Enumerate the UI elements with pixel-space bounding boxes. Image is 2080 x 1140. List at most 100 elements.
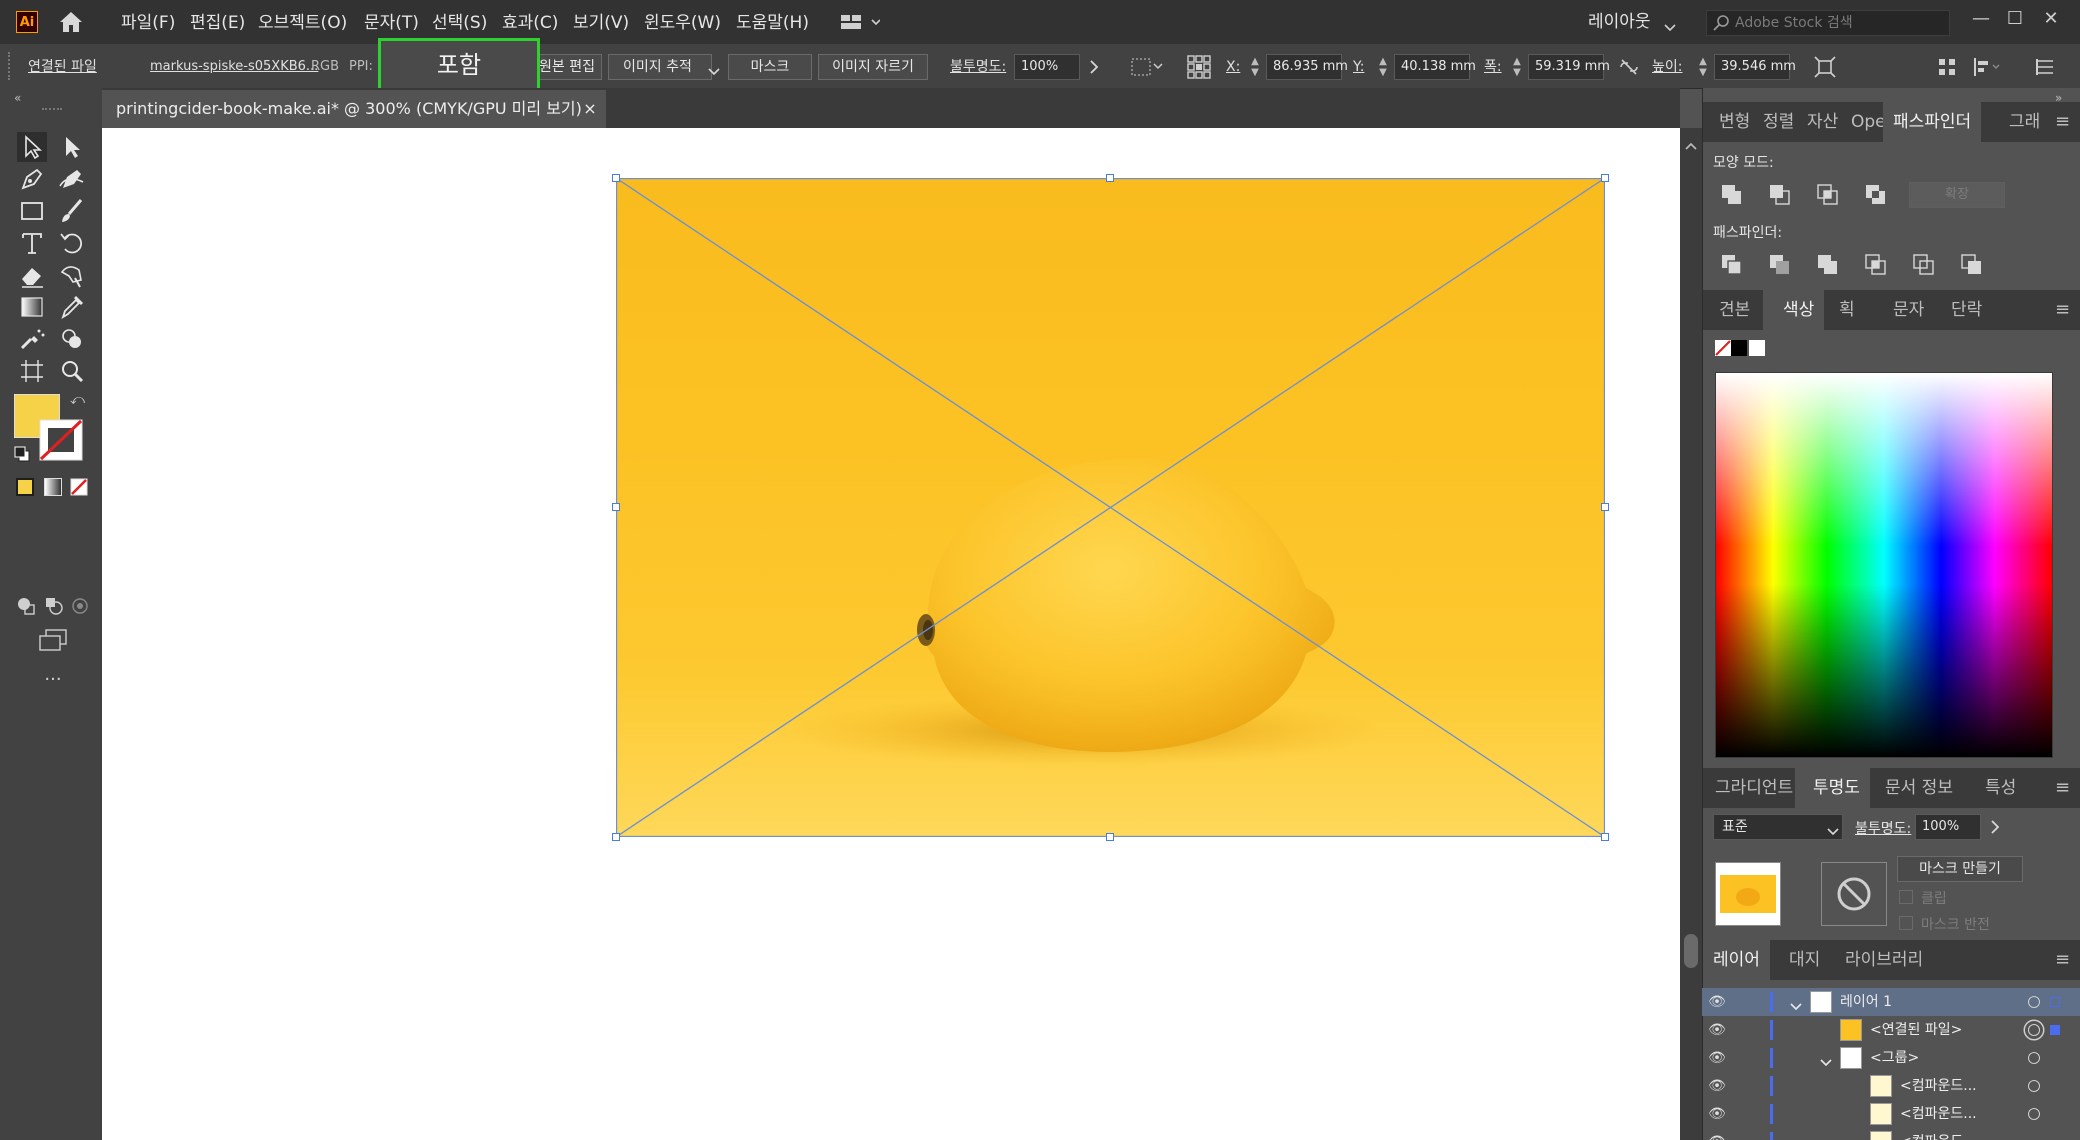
- file-name-link[interactable]: markus-spiske-s05XKB6...: [150, 44, 318, 88]
- arrange-documents-icon[interactable]: [840, 12, 881, 32]
- stroke-none-swatch[interactable]: [38, 418, 84, 462]
- embed-button[interactable]: 포함: [378, 38, 540, 92]
- direct-selection-tool-icon[interactable]: [57, 132, 87, 162]
- panel-menu-icon[interactable]: [2034, 56, 2056, 78]
- mask-button[interactable]: 마스크: [728, 54, 812, 80]
- tab-align[interactable]: 정렬: [1763, 102, 1794, 142]
- close-window-button[interactable]: ✕: [2036, 4, 2066, 34]
- layer-row[interactable]: 👁 <연결된 파일>: [1702, 1016, 2080, 1044]
- menu-view[interactable]: 보기(V): [573, 0, 629, 44]
- minus-back-icon[interactable]: [1961, 254, 1983, 276]
- panel-menu-icon[interactable]: ≡: [2055, 768, 2070, 808]
- color-mode-button[interactable]: [16, 478, 34, 496]
- layer-name[interactable]: <컴파운드...: [1900, 1100, 1977, 1128]
- none-swatch[interactable]: [1715, 340, 1731, 356]
- eye-icon[interactable]: 👁: [1706, 1044, 1728, 1072]
- y-field[interactable]: 40.138 mm: [1394, 54, 1476, 80]
- panel-menu-icon[interactable]: ≡: [2055, 940, 2070, 980]
- target-icon[interactable]: [2028, 1052, 2040, 1064]
- document-tab[interactable]: printingcider-book-make.ai* @ 300% (CMYK…: [102, 90, 606, 128]
- expand-button[interactable]: 확장: [1909, 182, 2005, 208]
- more-tools-icon[interactable]: ...: [36, 666, 70, 686]
- crop-image-button[interactable]: 이미지 자르기: [818, 54, 928, 80]
- draw-normal-icon[interactable]: [16, 596, 36, 616]
- layer-name[interactable]: <컴파운드...: [1900, 1128, 1977, 1140]
- target-icon[interactable]: [2028, 996, 2040, 1008]
- grip-handle[interactable]: [8, 52, 13, 80]
- width-field[interactable]: 59.319 mm: [1528, 54, 1610, 80]
- tab-color[interactable]: 색상: [1763, 290, 1825, 330]
- eraser-tool-icon[interactable]: [17, 260, 47, 290]
- workspace-switcher[interactable]: 레이아웃: [1588, 0, 1651, 44]
- layer-name[interactable]: <연결된 파일>: [1870, 1016, 1962, 1044]
- tab-artboards[interactable]: 대지: [1789, 940, 1820, 980]
- selection-handle[interactable]: [1106, 174, 1114, 182]
- tab-gradient[interactable]: 그라디언트: [1715, 768, 1793, 808]
- chevron-right-icon[interactable]: [1086, 58, 1102, 76]
- chevron-right-icon[interactable]: [1987, 818, 2003, 836]
- eye-icon[interactable]: 👁: [1706, 988, 1728, 1016]
- menu-help[interactable]: 도움말(H): [736, 0, 809, 44]
- zoom-tool-icon[interactable]: [57, 356, 87, 386]
- eye-icon[interactable]: 👁: [1706, 1100, 1728, 1128]
- tab-document-info[interactable]: 문서 정보: [1885, 768, 1953, 808]
- swap-fill-stroke-icon[interactable]: ⤺: [70, 392, 86, 408]
- chevron-down-icon[interactable]: [1827, 822, 1839, 836]
- divide-icon[interactable]: [1721, 254, 1743, 276]
- eye-icon[interactable]: 👁: [1706, 1128, 1728, 1140]
- link-proportions-icon[interactable]: [1618, 58, 1640, 76]
- menu-edit[interactable]: 편집(E): [190, 0, 245, 44]
- scroll-up-icon[interactable]: [1684, 136, 1698, 150]
- transparency-opacity-field[interactable]: 100%: [1915, 814, 1981, 840]
- reference-point-icon[interactable]: [1186, 54, 1212, 80]
- panel-menu-icon[interactable]: ≡: [2055, 102, 2070, 142]
- minimize-button[interactable]: —: [1966, 4, 1996, 34]
- gradient-mode-button[interactable]: [44, 478, 62, 496]
- menu-object[interactable]: 오브젝트(O): [258, 0, 347, 44]
- shape-builder-tool-icon[interactable]: [57, 324, 87, 354]
- blend-mode-select[interactable]: 표준: [1713, 814, 1843, 840]
- selection-handle[interactable]: [612, 503, 620, 511]
- target-icon[interactable]: [2028, 1080, 2040, 1092]
- panel-menu-icon[interactable]: ≡: [2055, 290, 2070, 330]
- target-icon[interactable]: [2028, 1108, 2040, 1120]
- exclude-icon[interactable]: [1865, 184, 1887, 206]
- invert-mask-checkbox[interactable]: [1899, 916, 1913, 930]
- eyedropper-tool-icon[interactable]: [57, 292, 87, 322]
- layer-name[interactable]: <그룹>: [1870, 1044, 1919, 1072]
- collapse-panel-icon[interactable]: «: [14, 92, 34, 104]
- height-stepper[interactable]: ▲ ▼: [1696, 56, 1710, 78]
- align-to-selection-icon[interactable]: [1130, 56, 1166, 78]
- home-icon[interactable]: [58, 10, 84, 34]
- layer-row[interactable]: 👁 <컴파운드...: [1702, 1100, 2080, 1128]
- chevron-down-icon[interactable]: [1820, 1053, 1832, 1067]
- trim-icon[interactable]: [1769, 254, 1791, 276]
- selection-tool-icon[interactable]: [17, 132, 47, 162]
- rotate-tool-icon[interactable]: [57, 228, 87, 258]
- layer-name[interactable]: 레이어 1: [1840, 988, 1892, 1016]
- layer-row[interactable]: 👁 <컴파운드...: [1702, 1072, 2080, 1100]
- tab-opentype[interactable]: Ope: [1851, 102, 1886, 142]
- tab-assets[interactable]: 자산: [1807, 102, 1838, 142]
- image-trace-button[interactable]: 이미지 추적: [608, 54, 712, 80]
- selection-handle[interactable]: [612, 833, 620, 841]
- linked-file-link[interactable]: 연결된 파일: [28, 44, 97, 88]
- chevron-down-icon[interactable]: [708, 62, 720, 76]
- opacity-field[interactable]: 100%: [1014, 54, 1080, 80]
- opacity-label[interactable]: 불투명도:: [950, 44, 1006, 88]
- target-icon[interactable]: [2028, 1024, 2040, 1036]
- edit-original-button[interactable]: 원본 편집: [532, 54, 602, 80]
- selection-indicator[interactable]: [2050, 997, 2060, 1007]
- x-stepper[interactable]: ▲ ▼: [1248, 56, 1262, 78]
- menu-file[interactable]: 파일(F): [121, 0, 175, 44]
- draw-behind-icon[interactable]: [44, 596, 64, 616]
- outline-icon[interactable]: [1913, 254, 1935, 276]
- layer-row[interactable]: 👁 레이어 1: [1702, 988, 2080, 1016]
- selection-handle[interactable]: [1106, 833, 1114, 841]
- tab-libraries[interactable]: 라이브러리: [1845, 940, 1923, 980]
- tab-layers[interactable]: 레이어: [1703, 940, 1770, 980]
- selection-handle[interactable]: [1601, 503, 1609, 511]
- unite-icon[interactable]: [1721, 184, 1743, 206]
- chevron-down-icon[interactable]: [1790, 997, 1802, 1011]
- tab-swatches[interactable]: 견본: [1719, 290, 1750, 330]
